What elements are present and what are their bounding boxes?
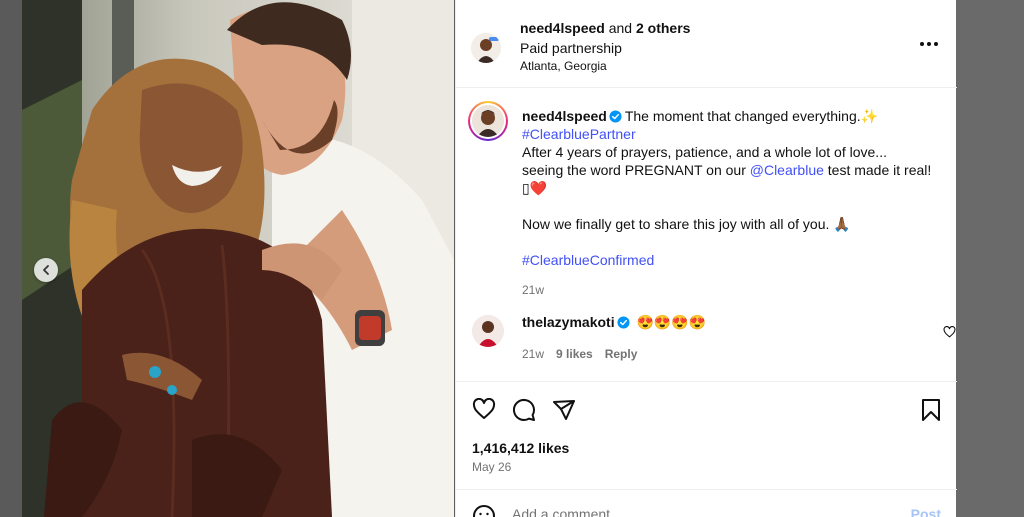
dot [927,42,931,46]
caption-username[interactable]: need4lspeed [522,108,607,124]
caption-text: need4lspeed The moment that changed every… [522,107,942,299]
reply-button[interactable]: Reply [605,345,638,363]
avatar-photo [472,315,504,347]
hashtag-clearblue-partner[interactable]: #ClearbluePartner [522,126,636,142]
comment-likes[interactable]: 9 likes [556,345,593,363]
dot [934,42,938,46]
smiley-icon [473,505,495,517]
couple-photo-illustration [22,0,454,517]
comment-meta: 21w 9 likes Reply [522,345,902,363]
dot [920,42,924,46]
collaborators-link[interactable]: 2 others [636,20,690,36]
heart-icon [943,325,956,338]
caption-line-3b: test made it real! [827,162,932,178]
commenter-username[interactable]: thelazymakoti [522,314,615,330]
caption-timestamp[interactable]: 21w [522,281,942,299]
avatar-image [472,105,504,137]
verified-badge-icon [609,110,622,123]
caption-line-1: The moment that changed everything. [624,108,861,124]
post-comment-button[interactable]: Post [911,506,941,517]
chevron-left-icon [43,265,49,275]
mention-clearblue[interactable]: @Clearblue [750,162,824,178]
comments-section[interactable]: need4lspeed The moment that changed every… [456,89,957,381]
comment-like-button[interactable] [943,325,956,343]
caption-avatar[interactable] [468,101,508,141]
paper-plane-icon [553,400,575,420]
caption-line-4: Now we finally get to share this joy wit… [522,216,830,232]
backdrop-left[interactable] [0,0,22,517]
and-text: and [608,20,633,36]
author-username[interactable]: need4lspeed [520,20,605,36]
praying-hands-emoji: 🙏🏾 [833,216,851,232]
caption-line-3a: seeing the word PREGNANT on our [522,162,746,178]
comment-button[interactable] [512,398,536,427]
share-button[interactable] [552,398,576,427]
comment-input[interactable] [512,506,892,517]
post-photo [22,0,454,517]
backdrop-right[interactable] [956,0,1024,517]
comment-timestamp[interactable]: 21w [522,345,544,363]
emoji-button[interactable] [472,504,496,517]
post-date[interactable]: May 26 [472,460,511,474]
avatar-ring-inner [470,103,506,139]
header-text: need4lspeed and 2 others Paid partnershi… [520,19,690,74]
save-button[interactable] [920,398,942,427]
post-header: need4lspeed and 2 others Paid partnershi… [456,0,957,88]
caption-emojis: ▯❤️ [522,180,548,196]
add-comment-bar: Post [456,489,957,517]
location-link[interactable]: Atlanta, Georgia [520,58,690,74]
previous-image-button[interactable] [34,258,58,282]
heart-icon [472,397,496,419]
comment-body: thelazymakoti 😍😍😍😍 21w 9 likes Reply [522,313,902,363]
likes-count[interactable]: 1,416,412 likes [472,440,569,456]
paid-partnership-label[interactable]: Paid partnership [520,39,690,57]
author-line: need4lspeed and 2 others [520,19,690,37]
verified-badge-icon [617,316,630,329]
post-details-panel: need4lspeed and 2 others Paid partnershi… [455,0,957,517]
commenter-avatar[interactable] [472,315,504,347]
author-avatar[interactable] [471,33,501,63]
comment-text: 😍😍😍😍 [636,314,707,330]
bookmark-icon [922,399,940,421]
hashtag-clearblue-confirmed[interactable]: #ClearblueConfirmed [522,251,942,269]
comment-bubble-icon [512,398,535,421]
avatar-photo [472,105,504,137]
avatar-image [471,33,501,63]
like-button[interactable] [472,397,496,425]
more-options-button[interactable] [919,36,939,52]
caption-line-2: After 4 years of prayers, patience, and … [522,144,887,160]
sparkle-emoji: ✨ [860,108,879,124]
post-actions: 1,416,412 likes May 26 [456,381,957,489]
